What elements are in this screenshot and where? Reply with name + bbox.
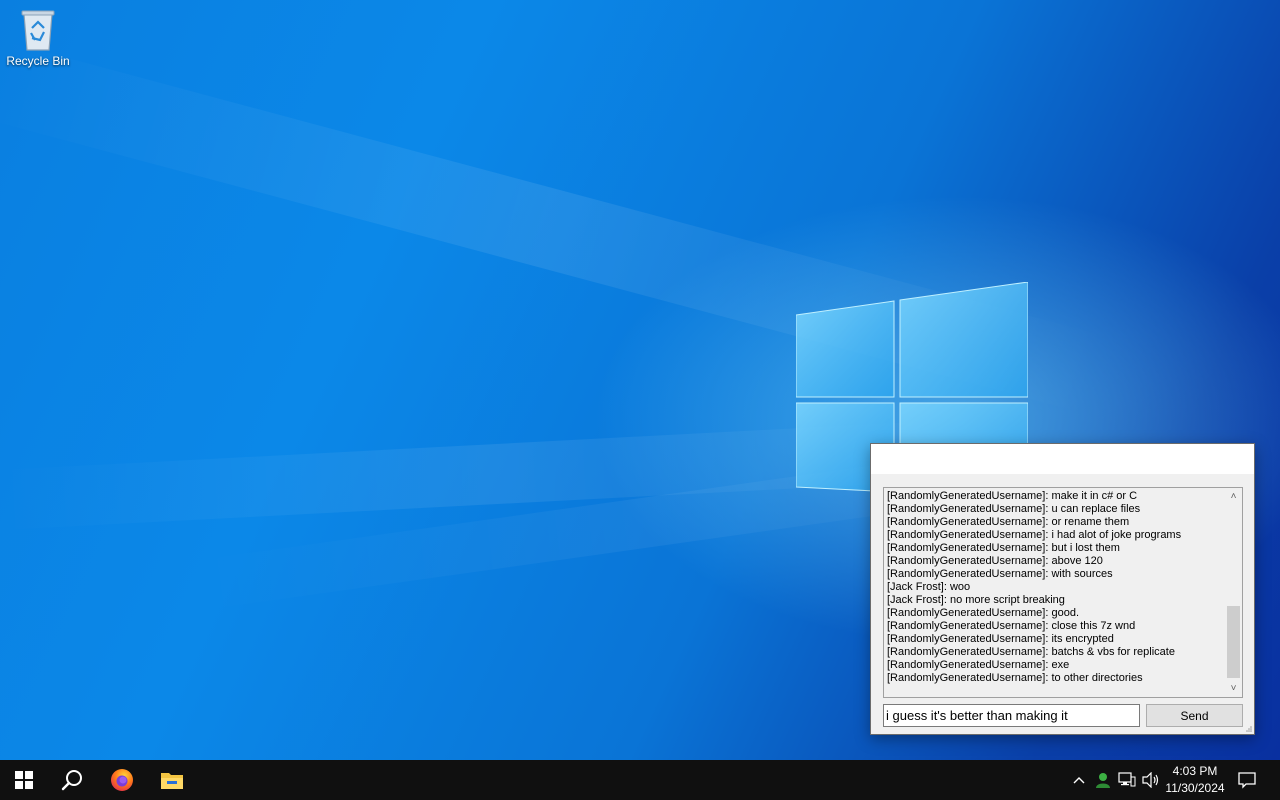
clock-time: 4:03 PM	[1172, 764, 1218, 778]
chat-message: [RandomlyGeneratedUsername]: i had alot …	[887, 529, 1182, 541]
scroll-up-arrow-icon[interactable]: ˄	[1225, 488, 1242, 505]
network-icon[interactable]	[1117, 770, 1137, 790]
chat-log[interactable]: [RandomlyGeneratedUsername]: make it in …	[883, 487, 1243, 698]
resize-grip-icon[interactable]	[1244, 724, 1252, 732]
recycle-bin-icon	[16, 6, 60, 52]
chat-message: [RandomlyGeneratedUsername]: make it in …	[887, 490, 1138, 502]
send-button[interactable]: Send	[1146, 704, 1243, 727]
search-button[interactable]	[48, 760, 96, 800]
chat-message: [RandomlyGeneratedUsername]: but i lost …	[887, 542, 1120, 554]
chat-message: [RandomlyGeneratedUsername]: to other di…	[887, 672, 1143, 684]
chat-message: [Jack Frost]: no more script breaking	[887, 594, 1065, 606]
firefox-icon	[111, 769, 133, 791]
chat-message: [RandomlyGeneratedUsername]: close this …	[887, 620, 1136, 632]
chat-message: [RandomlyGeneratedUsername]: with source…	[887, 568, 1113, 580]
notification-icon[interactable]	[1237, 770, 1257, 790]
desktop-background: Recycle Bin [RandomlyGeneratedUsername]:…	[0, 0, 1280, 760]
firefox-button[interactable]	[98, 760, 146, 800]
scroll-down-arrow-icon[interactable]: ˅	[1225, 680, 1242, 697]
chat-window[interactable]: [RandomlyGeneratedUsername]: make it in …	[870, 443, 1255, 735]
chat-scrollbar[interactable]: ˄ ˅	[1225, 488, 1242, 697]
user-icon[interactable]	[1093, 770, 1113, 790]
chat-message-input[interactable]	[883, 704, 1140, 727]
start-button[interactable]	[0, 760, 48, 800]
volume-icon[interactable]	[1141, 770, 1161, 790]
chevron-up-icon[interactable]	[1069, 770, 1089, 790]
chat-message: [RandomlyGeneratedUsername]: batchs & vb…	[887, 646, 1175, 658]
desktop-icon-label: Recycle Bin	[6, 54, 70, 68]
taskbar-clock[interactable]: 4:03 PM 11/30/2024	[1160, 763, 1230, 797]
chat-message: [Jack Frost]: woo	[887, 581, 971, 593]
chat-message: [RandomlyGeneratedUsername]: good.	[887, 607, 1079, 619]
folder-icon	[161, 773, 183, 789]
chat-messages: [RandomlyGeneratedUsername]: make it in …	[887, 490, 1222, 685]
chat-message: [RandomlyGeneratedUsername]: u can repla…	[887, 503, 1141, 515]
search-icon	[61, 770, 82, 791]
scrollbar-thumb[interactable]	[1227, 606, 1240, 678]
chat-message: [RandomlyGeneratedUsername]: above 120	[887, 555, 1103, 567]
chat-window-titlebar[interactable]	[871, 444, 1254, 474]
chat-message: [RandomlyGeneratedUsername]: its encrypt…	[887, 633, 1114, 645]
taskbar: 4:03 PM 11/30/2024	[0, 760, 1280, 800]
chat-message: [RandomlyGeneratedUsername]: or rename t…	[887, 516, 1130, 528]
windows-logo-icon	[15, 771, 33, 789]
chat-message: [RandomlyGeneratedUsername]: exe	[887, 659, 1070, 671]
file-explorer-button[interactable]	[148, 760, 196, 800]
desktop-icon-recycle-bin[interactable]: Recycle Bin	[2, 6, 74, 68]
clock-date: 11/30/2024	[1165, 781, 1225, 795]
